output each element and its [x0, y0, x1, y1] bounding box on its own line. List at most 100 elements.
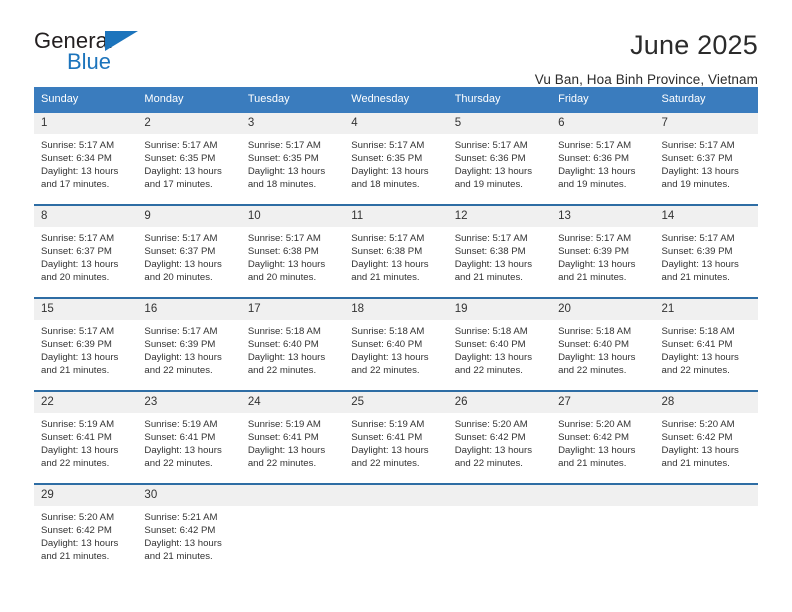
- calendar-day-cell[interactable]: 21 Sunrise: 5:18 AM Sunset: 6:41 PM Dayligh…: [654, 298, 758, 382]
- calendar-day-cell[interactable]: 27 Sunrise: 5:20 AM Sunset: 6:42 PM Dayligh…: [551, 391, 655, 475]
- calendar-week-row: 15 Sunrise: 5:17 AM Sunset: 6:39 PM Dayligh…: [34, 296, 758, 382]
- calendar-week-row: 8 Sunrise: 5:17 AM Sunset: 6:37 PM Daylight…: [34, 203, 758, 289]
- sunset-text: Sunset: 6:41 PM: [144, 431, 216, 443]
- sunrise-text: Sunrise: 5:17 AM: [661, 232, 735, 244]
- sunrise-text: Sunrise: 5:17 AM: [558, 139, 632, 151]
- day-number: 14: [654, 205, 758, 227]
- daylight-text-line2: and 18 minutes.: [351, 179, 420, 191]
- daylight-text-line2: and 22 minutes.: [454, 365, 523, 377]
- calendar-day-cell[interactable]: 3 Sunrise: 5:17 AM Sunset: 6:35 PM Daylight…: [240, 112, 345, 196]
- sunrise-text: Sunrise: 5:17 AM: [247, 232, 321, 244]
- calendar-day-cell[interactable]: 9 Sunrise: 5:17 AM Sunset: 6:37 PM Daylight…: [137, 205, 241, 289]
- day-number: 25: [344, 391, 448, 413]
- sunrise-text: Sunrise: 5:19 AM: [41, 418, 115, 430]
- daylight-text-line1: Daylight: 13 hours: [558, 166, 636, 178]
- daylight-text-line1: Daylight: 13 hours: [558, 445, 636, 457]
- day-number: [240, 484, 345, 506]
- calendar-day-cell[interactable]: 2 Sunrise: 5:17 AM Sunset: 6:35 PM Daylight…: [137, 112, 241, 196]
- day-number: 7: [654, 112, 758, 134]
- calendar-day-cell[interactable]: 14 Sunrise: 5:17 AM Sunset: 6:39 PM Dayligh…: [654, 205, 758, 289]
- day-number: 30: [137, 484, 241, 506]
- brand-logo[interactable]: General Blue: [34, 28, 154, 76]
- calendar-day-cell[interactable]: 26 Sunrise: 5:20 AM Sunset: 6:42 PM Dayligh…: [447, 391, 552, 475]
- daylight-text-line2: and 22 minutes.: [661, 365, 730, 377]
- daylight-text-line1: Daylight: 13 hours: [558, 259, 636, 271]
- sunrise-text: Sunrise: 5:17 AM: [41, 139, 115, 151]
- sunset-text: Sunset: 6:38 PM: [351, 245, 423, 257]
- triangle-icon: [105, 31, 138, 51]
- day-number: 5: [447, 112, 552, 134]
- calendar-day-cell[interactable]: 12 Sunrise: 5:17 AM Sunset: 6:38 PM Dayligh…: [447, 205, 552, 289]
- day-number: 9: [137, 205, 241, 227]
- sunrise-text: Sunrise: 5:20 AM: [41, 511, 115, 523]
- calendar-day-cell[interactable]: 16 Sunrise: 5:17 AM Sunset: 6:39 PM Dayligh…: [137, 298, 241, 382]
- daylight-text-line2: and 21 minutes.: [41, 365, 110, 377]
- weekday-header-tuesday: Tuesday: [247, 93, 290, 105]
- day-details: Sunrise: 5:18 AM Sunset: 6:40 PM Daylight:…: [241, 320, 344, 382]
- sunset-text: Sunset: 6:40 PM: [351, 338, 423, 350]
- calendar-day-cell[interactable]: 1 Sunrise: 5:17 AM Sunset: 6:34 PM Daylight…: [34, 112, 138, 196]
- calendar-week-row: 1 Sunrise: 5:17 AM Sunset: 6:34 PM Daylight…: [34, 112, 758, 196]
- sunrise-text: Sunrise: 5:17 AM: [41, 325, 115, 337]
- sunrise-text: Sunrise: 5:17 AM: [41, 232, 115, 244]
- sunset-text: Sunset: 6:42 PM: [41, 524, 112, 536]
- daylight-text-line1: Daylight: 13 hours: [351, 166, 429, 178]
- day-details: Sunrise: 5:17 AM Sunset: 6:39 PM Daylight:…: [551, 227, 654, 289]
- calendar-day-cell[interactable]: 29 Sunrise: 5:20 AM Sunset: 6:42 PM Dayligh…: [34, 484, 138, 568]
- sunset-text: Sunset: 6:41 PM: [247, 431, 319, 443]
- day-number: 6: [551, 112, 655, 134]
- daylight-text-line2: and 22 minutes.: [351, 365, 420, 377]
- daylight-text-line1: Daylight: 13 hours: [661, 445, 739, 457]
- sunset-text: Sunset: 6:35 PM: [351, 152, 423, 164]
- calendar-day-cell[interactable]: 11 Sunrise: 5:17 AM Sunset: 6:38 PM Dayligh…: [344, 205, 448, 289]
- daylight-text-line2: and 20 minutes.: [41, 272, 110, 284]
- weekday-header-thursday: Thursday: [454, 93, 501, 105]
- daylight-text-line2: and 21 minutes.: [558, 458, 627, 470]
- sunset-text: Sunset: 6:39 PM: [558, 245, 630, 257]
- calendar-day-cell[interactable]: 8 Sunrise: 5:17 AM Sunset: 6:37 PM Daylight…: [34, 205, 138, 289]
- daylight-text-line2: and 22 minutes.: [41, 458, 110, 470]
- calendar-day-cell[interactable]: 7 Sunrise: 5:17 AM Sunset: 6:37 PM Daylight…: [654, 112, 758, 196]
- daylight-text-line1: Daylight: 13 hours: [247, 166, 326, 178]
- day-details: Sunrise: 5:20 AM Sunset: 6:42 PM Daylight:…: [448, 413, 551, 475]
- sunrise-text: Sunrise: 5:17 AM: [351, 139, 425, 151]
- day-number: 3: [240, 112, 345, 134]
- calendar-day-cell[interactable]: 6 Sunrise: 5:17 AM Sunset: 6:36 PM Daylight…: [551, 112, 655, 196]
- sunset-text: Sunset: 6:42 PM: [454, 431, 526, 443]
- daylight-text-line1: Daylight: 13 hours: [247, 259, 326, 271]
- daylight-text-line2: and 19 minutes.: [454, 179, 523, 191]
- day-number: 21: [654, 298, 758, 320]
- sunset-text: Sunset: 6:39 PM: [661, 245, 733, 257]
- day-number: 20: [551, 298, 655, 320]
- calendar-day-cell[interactable]: 4 Sunrise: 5:17 AM Sunset: 6:35 PM Daylight…: [344, 112, 448, 196]
- daylight-text-line1: Daylight: 13 hours: [41, 352, 119, 364]
- daylight-text-line1: Daylight: 13 hours: [454, 259, 533, 271]
- calendar-day-cell[interactable]: 18 Sunrise: 5:18 AM Sunset: 6:40 PM Dayligh…: [344, 298, 448, 382]
- day-details: Sunrise: 5:19 AM Sunset: 6:41 PM Daylight:…: [137, 413, 240, 475]
- calendar-day-cell[interactable]: 17 Sunrise: 5:18 AM Sunset: 6:40 PM Dayligh…: [240, 298, 345, 382]
- daylight-text-line1: Daylight: 13 hours: [351, 352, 429, 364]
- calendar-day-cell[interactable]: 25 Sunrise: 5:19 AM Sunset: 6:41 PM Dayligh…: [344, 391, 448, 475]
- calendar-day-cell[interactable]: 23 Sunrise: 5:19 AM Sunset: 6:41 PM Dayligh…: [137, 391, 241, 475]
- calendar-day-cell[interactable]: 19 Sunrise: 5:18 AM Sunset: 6:40 PM Dayligh…: [447, 298, 552, 382]
- calendar-day-cell[interactable]: 28 Sunrise: 5:20 AM Sunset: 6:42 PM Dayligh…: [654, 391, 758, 475]
- day-details: Sunrise: 5:20 AM Sunset: 6:42 PM Daylight:…: [551, 413, 654, 475]
- daylight-text-line1: Daylight: 13 hours: [144, 259, 222, 271]
- calendar-day-cell[interactable]: 13 Sunrise: 5:17 AM Sunset: 6:39 PM Dayligh…: [551, 205, 655, 289]
- daylight-text-line1: Daylight: 13 hours: [41, 166, 119, 178]
- daylight-text-line2: and 22 minutes.: [144, 458, 213, 470]
- calendar-day-cell[interactable]: 5 Sunrise: 5:17 AM Sunset: 6:36 PM Daylight…: [447, 112, 552, 196]
- daylight-text-line2: and 22 minutes.: [247, 365, 317, 377]
- sunrise-text: Sunrise: 5:19 AM: [247, 418, 321, 430]
- daylight-text-line1: Daylight: 13 hours: [144, 538, 222, 550]
- calendar-day-cell[interactable]: 20 Sunrise: 5:18 AM Sunset: 6:40 PM Dayligh…: [551, 298, 655, 382]
- calendar-day-cell[interactable]: 15 Sunrise: 5:17 AM Sunset: 6:39 PM Dayligh…: [34, 298, 138, 382]
- calendar-day-cell[interactable]: 24 Sunrise: 5:19 AM Sunset: 6:41 PM Dayligh…: [240, 391, 345, 475]
- sunset-text: Sunset: 6:39 PM: [144, 338, 216, 350]
- calendar-day-cell[interactable]: 10 Sunrise: 5:17 AM Sunset: 6:38 PM Dayligh…: [240, 205, 345, 289]
- day-details: Sunrise: 5:17 AM Sunset: 6:39 PM Daylight:…: [655, 227, 758, 289]
- day-details: Sunrise: 5:17 AM Sunset: 6:39 PM Daylight:…: [34, 320, 137, 382]
- sunset-text: Sunset: 6:39 PM: [41, 338, 112, 350]
- calendar-day-cell[interactable]: 22 Sunrise: 5:19 AM Sunset: 6:41 PM Dayligh…: [34, 391, 138, 475]
- calendar-day-cell[interactable]: 30 Sunrise: 5:21 AM Sunset: 6:42 PM Dayligh…: [137, 484, 241, 568]
